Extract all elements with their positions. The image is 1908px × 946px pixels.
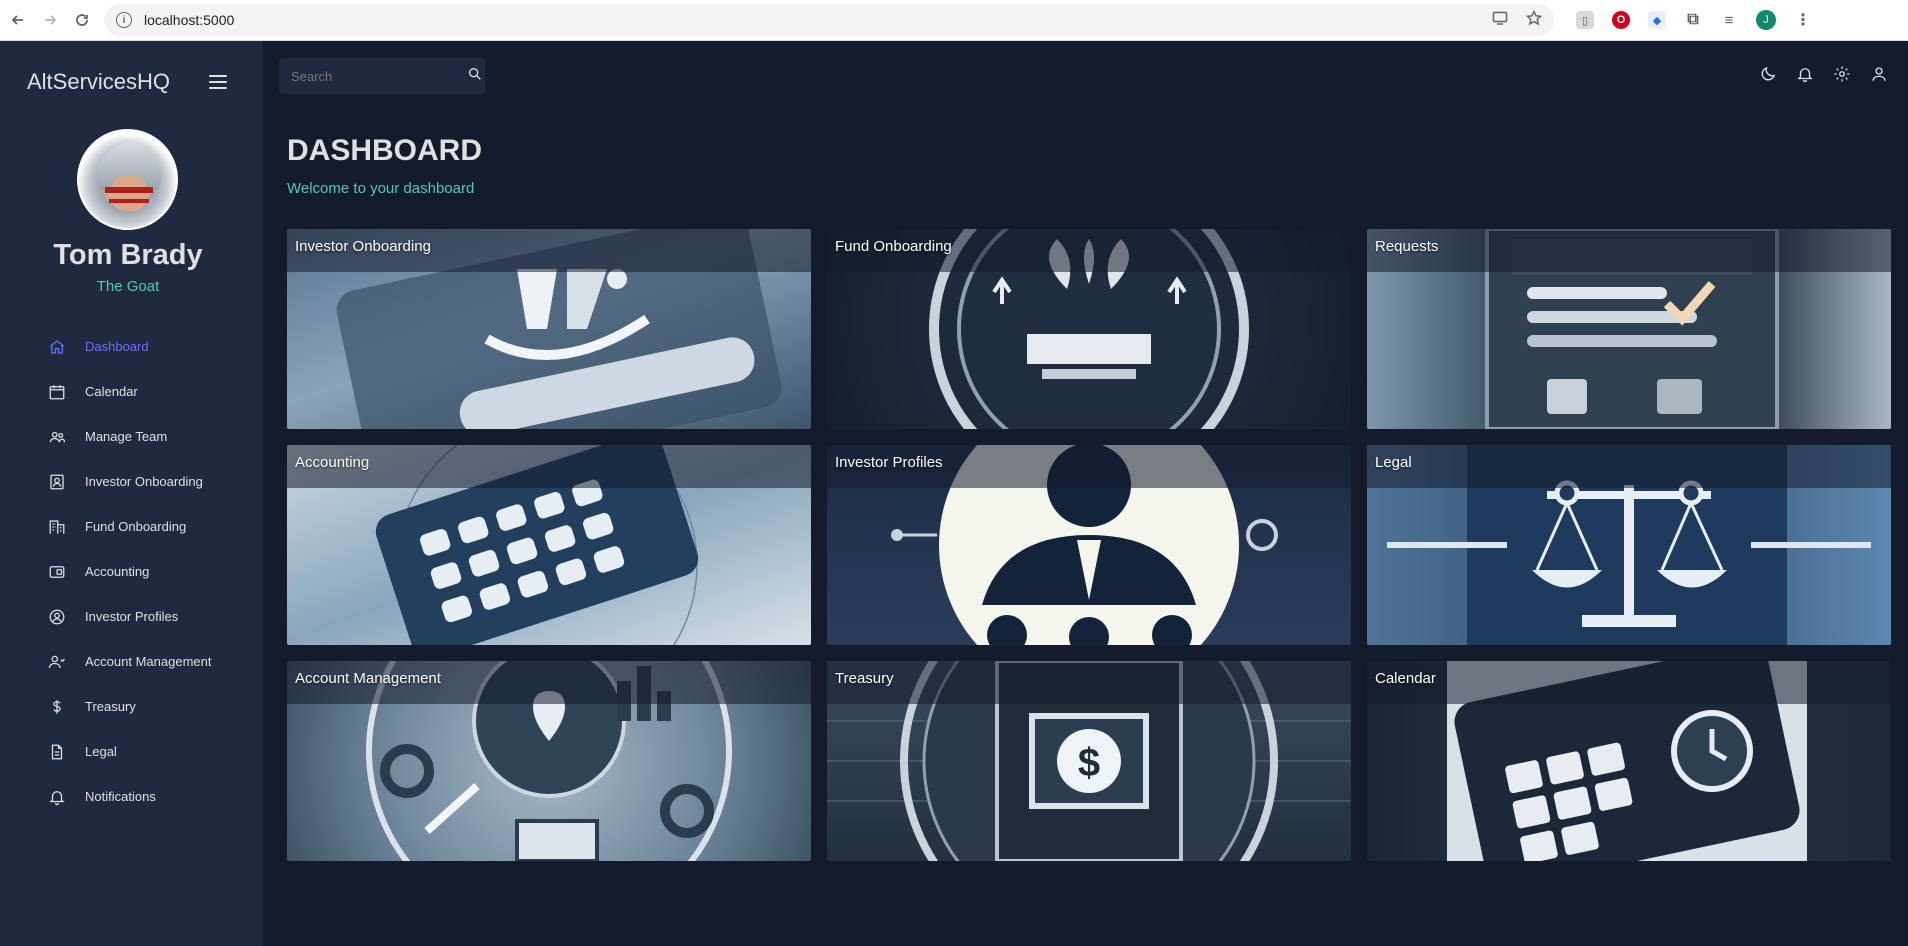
user-name: Tom Brady [53, 239, 203, 271]
search-input[interactable] [291, 68, 467, 84]
sidebar-item-label: Legal [85, 744, 117, 759]
wallet-icon [48, 563, 66, 581]
user-avatar [77, 129, 178, 230]
card-treasury[interactable]: $ Treasury [827, 661, 1351, 861]
card-label: Account Management [295, 670, 441, 687]
translate-extension-icon[interactable]: ◆ [1648, 11, 1666, 29]
card-legal[interactable]: Legal [1367, 445, 1891, 645]
card-label: Requests [1375, 238, 1439, 255]
card-calendar[interactable]: Calendar [1367, 661, 1891, 861]
sidebar-item-label: Dashboard [85, 339, 149, 354]
browser-toolbar: i localhost:5000 ▯ O ◆ ⧉ ≡ J ⋮ [0, 0, 1908, 41]
sidebar-menu: Dashboard Calendar Manage Team Investor … [0, 324, 263, 819]
search-box[interactable] [279, 58, 485, 94]
sidebar-item-label: Account Management [85, 654, 212, 669]
browser-menu-icon[interactable]: ⋮ [1794, 11, 1812, 29]
sidebar: AltServicesHQ Tom Brady The Goat Dashboa… [0, 41, 263, 946]
sidebar-item-label: Treasury [85, 699, 136, 714]
sidebar-item-investor-profiles[interactable]: Investor Profiles [0, 594, 263, 639]
dark-mode-icon[interactable] [1759, 65, 1777, 88]
extensions-puzzle-icon[interactable]: ⧉ [1684, 11, 1702, 29]
card-investor-profiles[interactable]: Investor Profiles [827, 445, 1351, 645]
sidebar-item-dashboard[interactable]: Dashboard [0, 324, 263, 369]
brand-logo-text: AltServicesHQ [27, 69, 171, 94]
sidebar-item-label: Investor Onboarding [85, 474, 203, 489]
notifications-icon[interactable] [1796, 65, 1814, 88]
address-url: localhost:5000 [144, 12, 235, 28]
card-fund-onboarding[interactable]: Fund Onboarding [827, 229, 1351, 429]
people-icon [48, 428, 66, 446]
dollar-icon [48, 698, 66, 716]
profile-circle-icon [48, 608, 66, 626]
reading-list-icon[interactable]: ≡ [1720, 11, 1738, 29]
sidebar-item-accounting[interactable]: Accounting [0, 549, 263, 594]
sidebar-item-label: Accounting [85, 564, 150, 579]
page-subtitle: Welcome to your dashboard [287, 180, 475, 197]
document-icon [48, 743, 66, 761]
reload-button[interactable] [68, 6, 96, 34]
calendar-icon [48, 383, 66, 401]
sidebar-item-label: Fund Onboarding [85, 519, 187, 534]
card-requests[interactable]: Requests [1367, 229, 1891, 429]
card-label: Fund Onboarding [835, 238, 952, 255]
profile-avatar[interactable]: J [1756, 10, 1776, 30]
sidebar-item-label: Investor Profiles [85, 609, 179, 624]
sidebar-item-investor-onboarding[interactable]: Investor Onboarding [0, 459, 263, 504]
home-icon [48, 338, 66, 356]
card-investor-onboarding[interactable]: Investor Onboarding [287, 229, 811, 429]
install-app-icon[interactable] [1492, 10, 1508, 31]
sidebar-item-account-management[interactable]: Account Management [0, 639, 263, 684]
back-button[interactable] [4, 6, 32, 34]
site-info-icon[interactable]: i [116, 12, 132, 28]
user-title: The Goat [96, 278, 160, 295]
card-label: Investor Onboarding [295, 238, 431, 255]
topbar-icons [1759, 65, 1888, 88]
card-label: Accounting [295, 454, 370, 471]
extension-icon[interactable]: ▯ [1576, 11, 1594, 29]
building-icon [48, 518, 66, 536]
settings-icon[interactable] [1833, 65, 1851, 88]
dashboard-card-grid: Investor Onboarding Fund Onboarding Requ… [287, 229, 1891, 861]
sidebar-item-calendar[interactable]: Calendar [0, 369, 263, 414]
opera-extension-icon[interactable]: O [1612, 11, 1630, 29]
bookmark-star-icon[interactable] [1525, 9, 1543, 31]
person-icon[interactable] [1870, 65, 1888, 88]
card-label: Treasury [835, 670, 894, 687]
card-account-management[interactable]: Account Management [287, 661, 811, 861]
forward-button[interactable] [36, 6, 64, 34]
contact-card-icon [48, 473, 66, 491]
card-label: Legal [1375, 454, 1412, 471]
address-bar[interactable]: i localhost:5000 [104, 4, 1554, 36]
menu-toggle-icon[interactable] [209, 75, 227, 89]
sidebar-item-legal[interactable]: Legal [0, 729, 263, 774]
sidebar-item-label: Notifications [85, 789, 156, 804]
card-accounting[interactable]: Accounting [287, 445, 811, 645]
svg-text:$: $ [1078, 741, 1100, 785]
card-label: Investor Profiles [835, 454, 943, 471]
card-label: Calendar [1375, 670, 1436, 687]
sidebar-item-fund-onboarding[interactable]: Fund Onboarding [0, 504, 263, 549]
search-icon[interactable] [467, 66, 483, 87]
sidebar-item-treasury[interactable]: Treasury [0, 684, 263, 729]
sidebar-item-label: Manage Team [85, 429, 168, 444]
sidebar-item-manage-team[interactable]: Manage Team [0, 414, 263, 459]
sidebar-item-label: Calendar [85, 384, 138, 399]
main-content: DASHBOARD Welcome to your dashboard Inve… [263, 41, 1908, 946]
bell-icon [48, 788, 66, 806]
sidebar-item-notifications[interactable]: Notifications [0, 774, 263, 819]
page-title: DASHBOARD [287, 134, 482, 167]
account-manage-icon [48, 653, 66, 671]
